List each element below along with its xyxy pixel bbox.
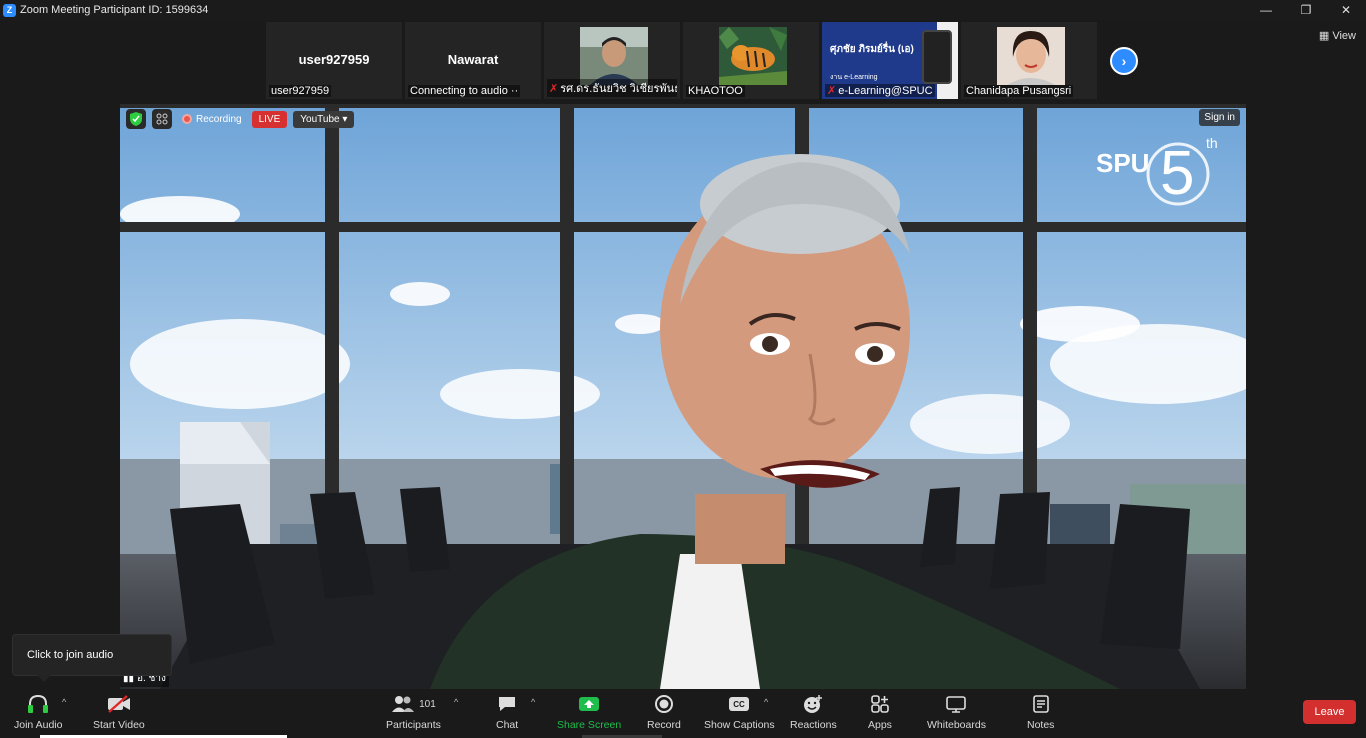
participant-name: e-Learning@SPUC <box>838 85 933 97</box>
grid-view-icon: ▦ <box>1318 30 1330 42</box>
spu-logo: SPU 5 th <box>1096 135 1218 208</box>
chat-caret[interactable]: ^ <box>531 697 535 707</box>
meeting-toolbar: Join Audio ^ Start Video 101 Participant… <box>0 689 1366 738</box>
participant-tile[interactable]: KHAOTOO <box>683 22 819 99</box>
start-video-button[interactable]: Start Video <box>93 693 145 731</box>
youtube-label: YouTube <box>300 113 340 125</box>
recording-label: Recording <box>196 113 242 125</box>
live-badge: LIVE <box>251 110 288 128</box>
video-background-scene <box>120 104 1246 689</box>
elearning-heading: ศุภชัย ภิรมย์รื่น (เอ) <box>830 44 914 55</box>
participant-video-thumbnail <box>580 27 648 85</box>
view-button[interactable]: ▦ View <box>1319 29 1356 42</box>
title-bar: Z Zoom Meeting Participant ID: 1599634 —… <box>0 0 1366 20</box>
next-page-button[interactable]: › <box>1110 47 1138 75</box>
chat-icon <box>497 693 517 715</box>
youtube-stream-dropdown[interactable]: YouTube ▾ <box>293 110 355 128</box>
participant-tile[interactable]: Nawarat Connecting to audio ·· <box>405 22 541 99</box>
share-screen-button[interactable]: Share Screen <box>557 693 621 731</box>
whiteboards-label: Whiteboards <box>927 719 986 731</box>
record-label: Record <box>647 719 681 731</box>
record-icon <box>654 693 674 715</box>
show-captions-label: Show Captions <box>704 719 775 731</box>
whiteboards-button[interactable]: Whiteboards <box>927 693 986 731</box>
start-video-label: Start Video <box>93 719 145 731</box>
spu-logo-number: 5 <box>1160 139 1194 208</box>
speaker-video[interactable]: Recording LIVE YouTube ▾ Sign in SPU 5 t… <box>120 104 1246 689</box>
video-off-icon <box>107 693 131 715</box>
whiteboard-icon <box>945 693 967 715</box>
captions-icon: CC <box>728 693 750 715</box>
minimize-button[interactable]: — <box>1246 0 1286 20</box>
participants-button[interactable]: 101 Participants <box>386 693 441 731</box>
notes-label: Notes <box>1027 719 1055 731</box>
apps-button[interactable]: Apps <box>868 693 892 731</box>
muted-mic-icon: ✗ <box>827 85 837 97</box>
join-audio-tooltip: Click to join audio <box>12 634 172 682</box>
participant-tile[interactable]: ศุภชัย ภิรมย์รื่น (เอ) งาน e-Learning ✗ e… <box>822 22 958 99</box>
share-screen-icon <box>578 693 600 715</box>
participant-name-muted: ✗ e-Learning@SPUC <box>825 84 935 97</box>
recording-dot-icon <box>182 114 192 124</box>
audio-options-caret[interactable]: ^ <box>62 697 66 707</box>
participant-name: Chanidapa Pusangsri <box>964 85 1074 97</box>
reactions-button[interactable]: Reactions <box>790 693 837 731</box>
participants-label: Participants <box>386 719 441 731</box>
participant-video-thumbnail <box>997 27 1065 85</box>
window-title: Zoom Meeting Participant ID: 1599634 <box>20 4 209 16</box>
captions-caret[interactable]: ^ <box>764 697 768 707</box>
apps-label: Apps <box>868 719 892 731</box>
participants-caret[interactable]: ^ <box>454 697 458 707</box>
reactions-smiley-icon <box>803 693 823 715</box>
participant-name: KHAOTOO <box>686 85 745 97</box>
close-button[interactable]: ✕ <box>1326 0 1366 20</box>
security-shield-icon[interactable] <box>126 109 146 129</box>
participant-name: รศ.ดร.ธันยวิช วิเชียรพันธ์ <box>560 83 677 95</box>
participant-big-name: Nawarat <box>447 52 499 67</box>
notes-button[interactable]: Notes <box>1027 693 1054 731</box>
restore-button[interactable]: ❐ <box>1286 0 1326 20</box>
view-label: View <box>1332 30 1356 42</box>
participant-name: Connecting to audio ·· <box>408 85 521 97</box>
window-controls: — ❐ ✕ <box>1246 0 1366 20</box>
participant-strip: user927959 user927959 Nawarat Connecting… <box>0 20 1366 100</box>
svg-text:CC: CC <box>734 700 746 709</box>
zoom-app-icon: Z <box>3 3 16 17</box>
meeting-status-bar: Recording LIVE YouTube ▾ <box>126 109 355 129</box>
participant-tile[interactable]: Chanidapa Pusangsri <box>961 22 1097 99</box>
headphones-icon <box>27 693 49 715</box>
chat-button[interactable]: Chat <box>496 693 518 731</box>
elearning-subheading: งาน e-Learning <box>830 74 878 81</box>
meeting-info-icon[interactable] <box>152 109 172 129</box>
participant-name-muted: ✗ รศ.ดร.ธันยวิช วิเชียรพันธ์ <box>547 79 677 97</box>
participant-tile[interactable]: user927959 user927959 <box>266 22 402 99</box>
participant-big-name: user927959 <box>298 52 370 67</box>
participant-tile[interactable]: ✗ รศ.ดร.ธันยวิช วิเชียรพันธ์ <box>544 22 680 99</box>
chat-label: Chat <box>496 719 519 731</box>
muted-mic-icon: ✗ <box>549 83 559 95</box>
participant-name: user927959 <box>269 85 332 97</box>
leave-button[interactable]: Leave <box>1303 700 1356 724</box>
join-audio-label: Join Audio <box>14 719 63 731</box>
recording-indicator: Recording <box>178 114 246 125</box>
spu-logo-text: SPU <box>1096 148 1149 178</box>
notes-icon <box>1032 693 1050 715</box>
share-screen-label: Share Screen <box>557 719 622 731</box>
join-audio-button[interactable]: Join Audio <box>14 693 62 731</box>
phone-image <box>922 30 952 84</box>
spu-logo-suffix: th <box>1206 135 1218 151</box>
apps-icon <box>870 693 890 715</box>
chevron-right-icon: › <box>1121 53 1127 69</box>
caret-down-icon: ▾ <box>342 113 348 125</box>
participants-icon: 101 <box>391 693 436 715</box>
reactions-label: Reactions <box>790 719 837 731</box>
participants-count: 101 <box>419 698 436 710</box>
record-button[interactable]: Record <box>647 693 681 731</box>
participant-avatar-tiger <box>719 27 787 85</box>
